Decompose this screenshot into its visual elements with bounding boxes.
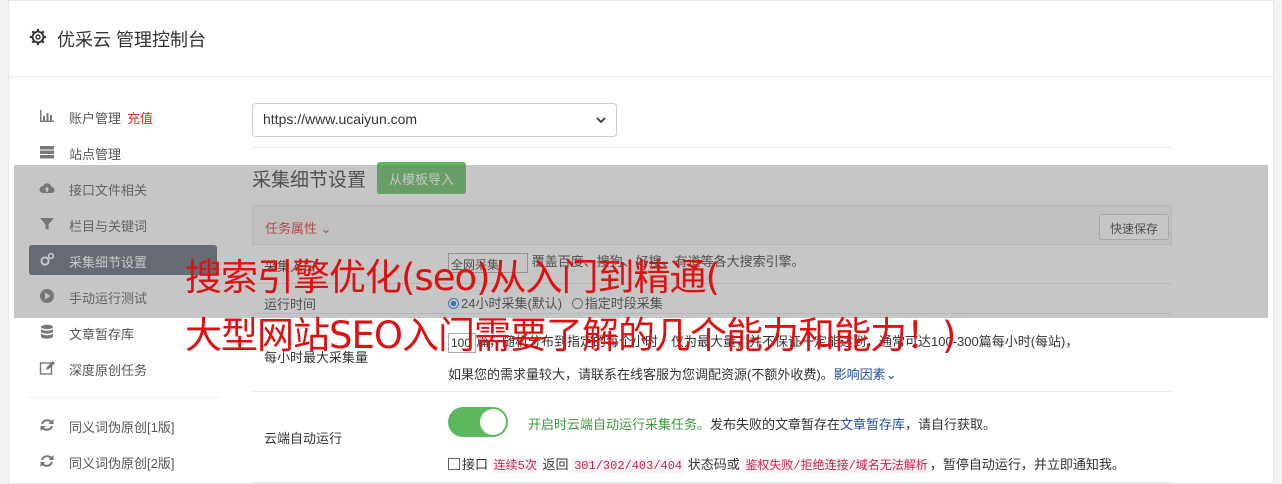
recharge-link[interactable]: 充值 (127, 111, 153, 126)
site-select[interactable]: https://www.ucaiyun.com (252, 103, 617, 137)
sidebar-item-label: 深度原创任务 (69, 363, 148, 378)
toggle-knob (480, 409, 506, 435)
database-icon (41, 324, 53, 339)
sidebar-item-label: 账户管理 (69, 111, 122, 126)
watermark-line-2: 大型网站SEO入门需要了解的几个能力和能力！) (185, 314, 956, 357)
divider (252, 147, 1172, 148)
row-divider (252, 391, 1172, 392)
row-divider (252, 482, 1172, 483)
sidebar-item-account[interactable]: 账户管理 充值 (29, 101, 217, 131)
bar-chart-icon (40, 110, 54, 122)
sidebar-divider (29, 397, 219, 398)
edit-icon (39, 361, 55, 375)
gear-icon (29, 28, 47, 46)
sidebar-item-sites[interactable]: 站点管理 (29, 137, 217, 167)
site-select-value: https://www.ucaiyun.com (263, 111, 418, 127)
sidebar-item-label: 站点管理 (69, 147, 122, 162)
auto-pause-row: 接口 连续5次 返回 301/302/403/404 状态码或 鉴权失败/拒绝连… (448, 454, 1125, 473)
refresh-icon (40, 419, 54, 431)
cloud-run-toggle[interactable] (448, 407, 508, 437)
chevron-down-icon (596, 117, 606, 124)
auto-pause-checkbox[interactable] (448, 458, 460, 470)
sidebar-item-label: 文章暂存库 (69, 327, 135, 342)
server-icon (40, 146, 54, 159)
header: 优采云 管理控制台 (9, 1, 1275, 77)
watermark-line-1: 搜索引擎优化(seo)从入门到精通( (185, 256, 720, 299)
article-store-link[interactable]: 文章暂存库 (840, 417, 905, 432)
refresh-icon (40, 455, 54, 467)
sidebar-item-synonym-v2[interactable]: 同义词伪原创[2版] (29, 446, 217, 476)
sidebar-item-label: 同义词伪原创[1版] (69, 420, 175, 435)
cloud-run-desc: 开启时云端自动运行采集任务。发布失败的文章暂存在文章暂存库，请自行获取。 (528, 417, 997, 432)
hourly-max-row-2: 如果您的需求量较大，请联系在线客服为您调配资源(不额外收费)。影响因素⌄ (448, 367, 897, 382)
factors-link[interactable]: 影响因素 (834, 367, 886, 382)
sidebar-item-label: 同义词伪原创[2版] (69, 456, 175, 471)
sidebar-item-synonym-v1[interactable]: 同义词伪原创[1版] (29, 410, 217, 440)
row-label-cloud-run: 云端自动运行 (264, 431, 343, 446)
page-title: 优采云 管理控制台 (57, 30, 207, 50)
